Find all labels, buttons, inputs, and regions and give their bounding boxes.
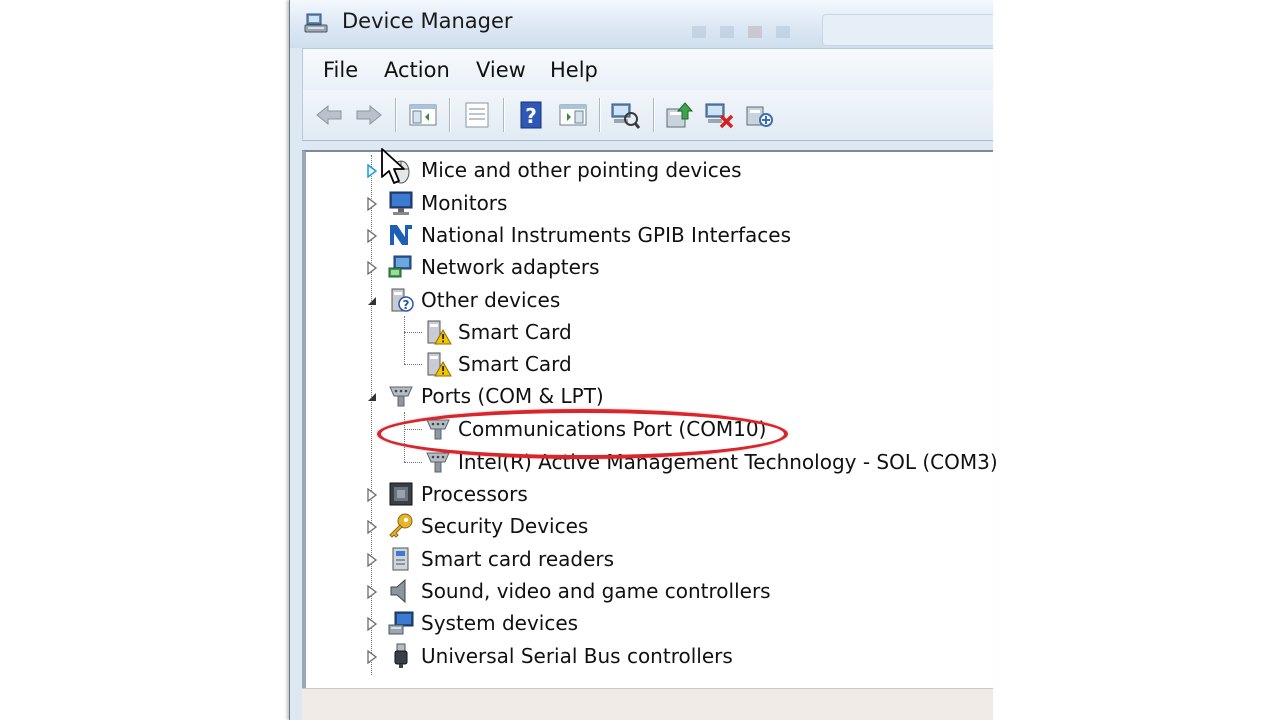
tree-item-intel-amt-sol[interactable]: Intel(R) Active Management Technology - … <box>424 447 998 477</box>
tree-item-other-devices[interactable]: ? Other devices <box>387 285 560 315</box>
tree-item-label: Intel(R) Active Management Technology - … <box>458 450 998 474</box>
tree-item-label: Smart Card <box>458 320 572 344</box>
tree-item-label: Processors <box>421 482 528 506</box>
menu-file[interactable]: File <box>323 58 358 82</box>
tree-item-usb-controllers[interactable]: Universal Serial Bus controllers <box>387 641 733 671</box>
status-bar <box>302 688 993 720</box>
expand-arrow[interactable] <box>366 585 378 599</box>
update-driver-icon[interactable] <box>663 99 695 131</box>
warning-device-icon <box>424 318 452 346</box>
key-icon <box>387 512 415 540</box>
mouse-cursor-icon <box>380 147 414 187</box>
tree-item-label: System devices <box>421 611 579 635</box>
expand-arrow[interactable] <box>366 650 378 664</box>
port-icon <box>424 448 452 476</box>
expand-arrow[interactable] <box>366 553 378 567</box>
back-icon[interactable] <box>313 99 345 131</box>
menu-view[interactable]: View <box>476 58 526 82</box>
tree-item-label: Ports (COM & LPT) <box>421 384 604 408</box>
expand-arrow[interactable] <box>366 617 378 631</box>
svg-text:?: ? <box>403 298 410 312</box>
tree-item-system-devices[interactable]: System devices <box>387 608 578 638</box>
title-bar: Device Manager <box>290 0 993 48</box>
tree-item-mice[interactable]: Mice and other pointing devices <box>387 155 742 185</box>
disable-device-icon[interactable] <box>703 99 735 131</box>
expand-arrow[interactable] <box>366 488 378 502</box>
tree-item-network-adapters[interactable]: Network adapters <box>387 252 600 282</box>
tree-item-smart-card-readers[interactable]: Smart card readers <box>387 544 614 574</box>
collapse-arrow[interactable] <box>366 294 378 308</box>
properties-icon[interactable] <box>461 99 493 131</box>
tree-item-label: Mice and other pointing devices <box>421 158 742 182</box>
show-hide-console-tree-icon[interactable] <box>407 99 439 131</box>
monitor-icon <box>387 189 415 217</box>
tree-item-security-devices[interactable]: Security Devices <box>387 511 588 541</box>
scan-hardware-changes-icon[interactable] <box>609 99 641 131</box>
background-window-address-bar <box>822 14 993 46</box>
tree-item-smart-card[interactable]: Smart Card <box>424 349 572 379</box>
menu-help[interactable]: Help <box>550 58 598 82</box>
tree-item-label: Monitors <box>421 191 508 215</box>
tree-item-label: National Instruments GPIB Interfaces <box>421 223 792 247</box>
tree-item-label: Smart Card <box>458 352 572 376</box>
menu-bar: File Action View Help <box>302 48 993 91</box>
help-icon[interactable]: ? <box>515 99 547 131</box>
ni-logo-icon <box>387 221 415 249</box>
forward-icon[interactable] <box>353 99 385 131</box>
processor-icon <box>387 480 415 508</box>
expand-arrow[interactable] <box>366 229 378 243</box>
tree-item-label: Smart card readers <box>421 547 615 571</box>
menu-action[interactable]: Action <box>384 58 450 82</box>
tree-item-smart-card[interactable]: Smart Card <box>424 317 572 347</box>
unknown-device-icon: ? <box>387 286 415 314</box>
expand-arrow[interactable] <box>366 261 378 275</box>
expand-arrow[interactable] <box>366 164 378 178</box>
expand-arrow[interactable] <box>366 520 378 534</box>
background-window-toolbar <box>690 22 810 42</box>
system-device-icon <box>387 609 415 637</box>
tree-item-label: Universal Serial Bus controllers <box>421 644 733 668</box>
tree-item-national-instruments[interactable]: National Instruments GPIB Interfaces <box>387 220 791 250</box>
tree-item-communications-port[interactable]: Communications Port (COM10) <box>424 414 766 444</box>
tree-item-label: Network adapters <box>421 255 600 279</box>
tree-item-label: Communications Port (COM10) <box>458 417 767 441</box>
tree-item-ports[interactable]: Ports (COM & LPT) <box>387 381 604 411</box>
port-icon <box>387 382 415 410</box>
tree-item-label: Sound, video and game controllers <box>421 579 771 603</box>
tree-item-label: Security Devices <box>421 514 589 538</box>
warning-device-icon <box>424 350 452 378</box>
network-adapter-icon <box>387 253 415 281</box>
action-pane-icon[interactable] <box>557 99 589 131</box>
card-reader-icon <box>387 545 415 573</box>
tree-item-sound-video-game[interactable]: Sound, video and game controllers <box>387 576 771 606</box>
device-manager-icon <box>304 10 330 36</box>
collapse-arrow[interactable] <box>366 390 378 404</box>
tree-item-monitors[interactable]: Monitors <box>387 188 507 218</box>
tree-item-label: Other devices <box>421 288 561 312</box>
svg-text:?: ? <box>525 104 537 128</box>
toolbar: ? <box>302 90 993 141</box>
speaker-icon <box>387 577 415 605</box>
expand-arrow[interactable] <box>366 197 378 211</box>
window-title: Device Manager <box>342 9 513 33</box>
usb-icon <box>387 642 415 670</box>
uninstall-device-icon[interactable] <box>743 99 775 131</box>
tree-item-processors[interactable]: Processors <box>387 479 528 509</box>
port-icon <box>424 415 452 443</box>
